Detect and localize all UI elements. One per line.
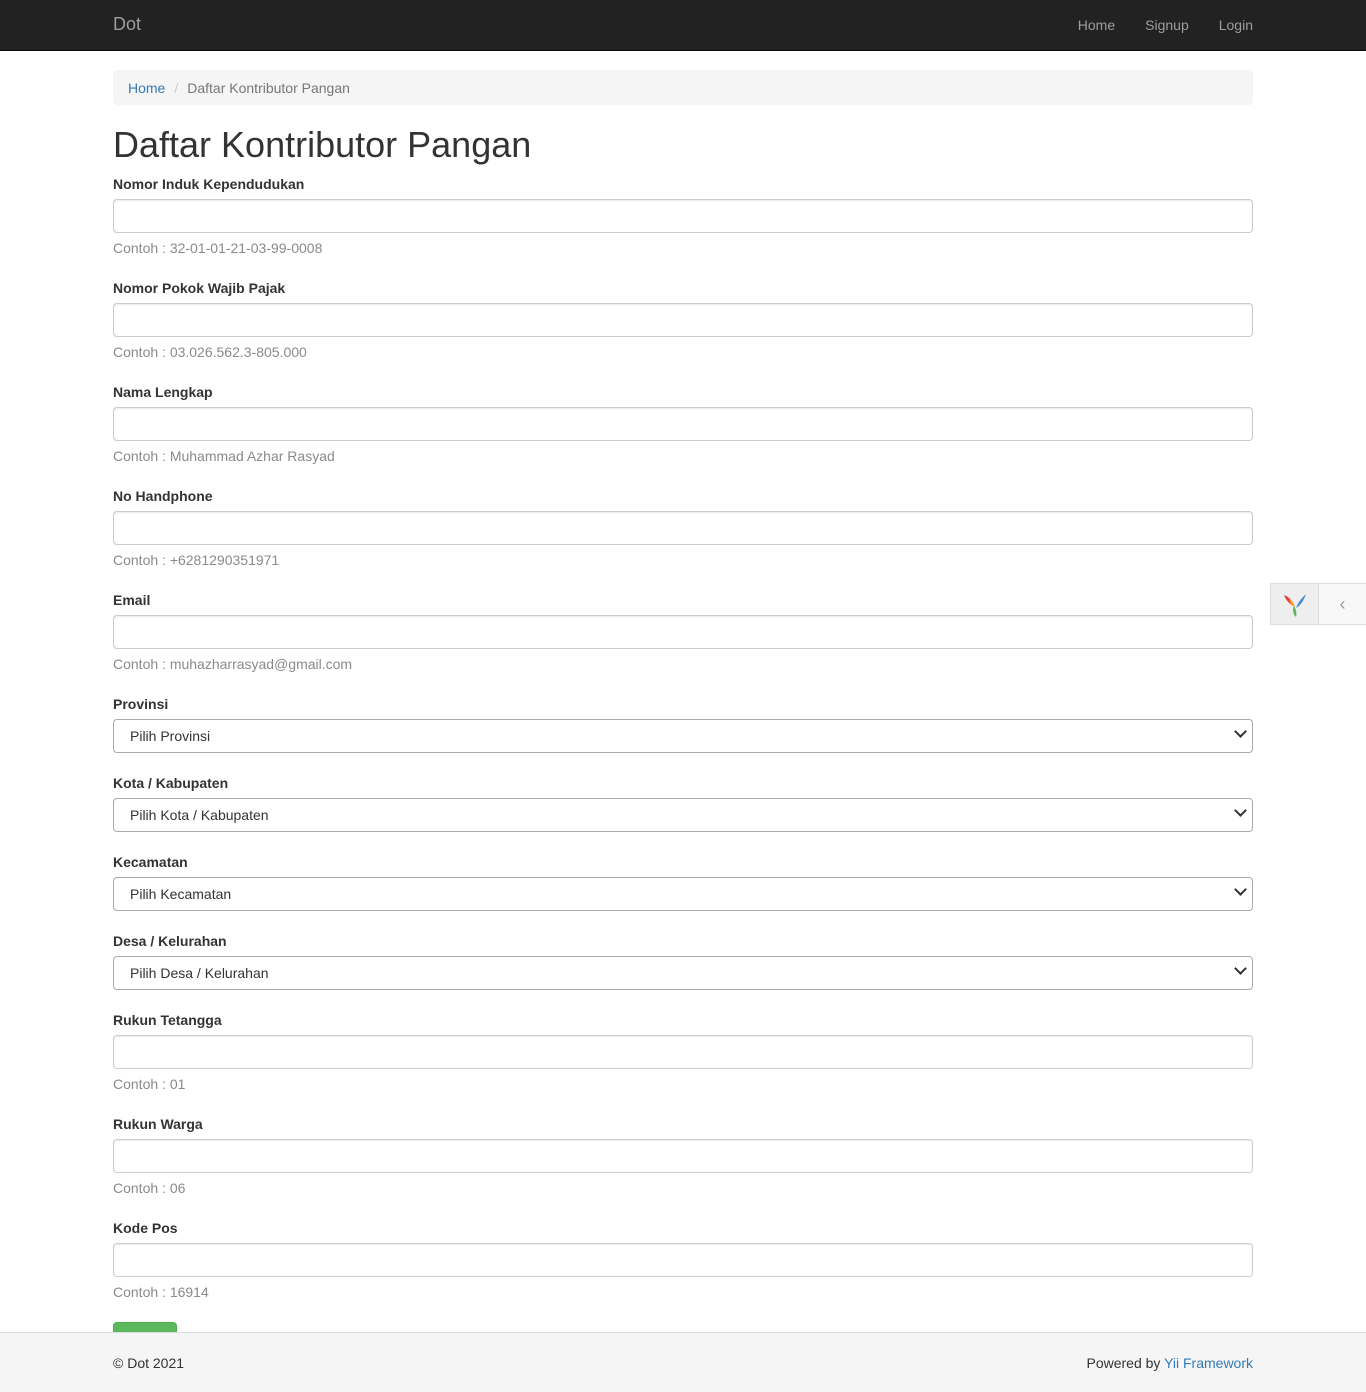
provinsi-select[interactable]: Pilih Provinsi — [113, 719, 1253, 753]
footer: © Dot 2021 Powered by Yii Framework — [0, 1332, 1366, 1392]
npwp-input[interactable] — [113, 303, 1253, 337]
kota-label: Kota / Kabupaten — [113, 775, 229, 791]
rt-hint: Contoh : 01 — [113, 1076, 186, 1092]
nik-hint: Contoh : 32-01-01-21-03-99-0008 — [113, 240, 323, 256]
provinsi-group: Provinsi Pilih Provinsi — [113, 694, 1253, 753]
npwp-group: Nomor Pokok Wajib Pajak Contoh : 03.026.… — [113, 278, 1253, 362]
nav-home-link[interactable]: Home — [1063, 0, 1130, 50]
breadcrumb-home-link[interactable]: Home — [128, 80, 165, 96]
desa-select[interactable]: Pilih Desa / Kelurahan — [113, 956, 1253, 990]
yii-logo-icon[interactable] — [1271, 584, 1319, 624]
yii-framework-link[interactable]: Yii Framework — [1164, 1355, 1253, 1371]
navbar: Dot Home Signup Login — [0, 0, 1366, 51]
kota-group: Kota / Kabupaten Pilih Kota / Kabupaten — [113, 773, 1253, 832]
kecamatan-selected: Pilih Kecamatan — [130, 886, 232, 902]
kodepos-input[interactable] — [113, 1243, 1253, 1277]
nik-input[interactable] — [113, 199, 1253, 233]
nama-hint: Contoh : Muhammad Azhar Rasyad — [113, 448, 335, 464]
rw-group: Rukun Warga Contoh : 06 — [113, 1114, 1253, 1198]
email-group: Email Contoh : muhazharrasyad@gmail.com — [113, 590, 1253, 674]
kecamatan-label: Kecamatan — [113, 854, 188, 870]
email-label: Email — [113, 592, 151, 608]
rt-input[interactable] — [113, 1035, 1253, 1069]
desa-selected: Pilih Desa / Kelurahan — [130, 965, 269, 981]
breadcrumb-separator: / — [174, 79, 179, 96]
hp-input[interactable] — [113, 511, 1253, 545]
rw-label: Rukun Warga — [113, 1116, 203, 1132]
desa-label: Desa / Kelurahan — [113, 933, 227, 949]
npwp-label: Nomor Pokok Wajib Pajak — [113, 280, 286, 296]
npwp-hint: Contoh : 03.026.562.3-805.000 — [113, 344, 307, 360]
provinsi-selected: Pilih Provinsi — [130, 728, 211, 744]
kodepos-hint: Contoh : 16914 — [113, 1284, 209, 1300]
rt-label: Rukun Tetangga — [113, 1012, 222, 1028]
powered-by-text: Powered by — [1086, 1355, 1161, 1371]
hp-label: No Handphone — [113, 488, 213, 504]
desa-group: Desa / Kelurahan Pilih Desa / Kelurahan — [113, 931, 1253, 990]
email-hint: Contoh : muhazharrasyad@gmail.com — [113, 656, 353, 672]
nav-login-link[interactable]: Login — [1204, 0, 1253, 50]
kodepos-group: Kode Pos Contoh : 16914 — [113, 1218, 1253, 1302]
nik-label: Nomor Induk Kependudukan — [113, 176, 305, 192]
debug-toolbar: ‹ — [1270, 583, 1366, 625]
breadcrumb-current: Daftar Kontributor Pangan — [187, 79, 350, 96]
nama-input[interactable] — [113, 407, 1253, 441]
email-input[interactable] — [113, 615, 1253, 649]
main-container: Home / Daftar Kontributor Pangan Daftar … — [113, 70, 1253, 1356]
provinsi-label: Provinsi — [113, 696, 169, 712]
rw-input[interactable] — [113, 1139, 1253, 1173]
chevron-left-icon[interactable]: ‹ — [1319, 584, 1366, 624]
nama-label: Nama Lengkap — [113, 384, 213, 400]
hp-hint: Contoh : +6281290351971 — [113, 552, 280, 568]
page-title: Daftar Kontributor Pangan — [113, 124, 532, 165]
kecamatan-select[interactable]: Pilih Kecamatan — [113, 877, 1253, 911]
brand-link[interactable]: Dot — [113, 14, 141, 35]
kota-select[interactable]: Pilih Kota / Kabupaten — [113, 798, 1253, 832]
footer-copyright: © Dot 2021 — [113, 1355, 185, 1371]
kota-selected: Pilih Kota / Kabupaten — [130, 807, 269, 823]
kecamatan-group: Kecamatan Pilih Kecamatan — [113, 852, 1253, 911]
kodepos-label: Kode Pos — [113, 1220, 178, 1236]
rw-hint: Contoh : 06 — [113, 1180, 186, 1196]
breadcrumb: Home / Daftar Kontributor Pangan — [113, 70, 1253, 105]
hp-group: No Handphone Contoh : +6281290351971 — [113, 486, 1253, 570]
footer-powered: Powered by Yii Framework — [1086, 1355, 1253, 1371]
nav-signup-link[interactable]: Signup — [1130, 0, 1204, 50]
nik-group: Nomor Induk Kependudukan Contoh : 32-01-… — [113, 174, 1253, 258]
rt-group: Rukun Tetangga Contoh : 01 — [113, 1010, 1253, 1094]
nama-group: Nama Lengkap Contoh : Muhammad Azhar Ras… — [113, 382, 1253, 466]
nav-links: Home Signup Login — [1063, 0, 1253, 50]
